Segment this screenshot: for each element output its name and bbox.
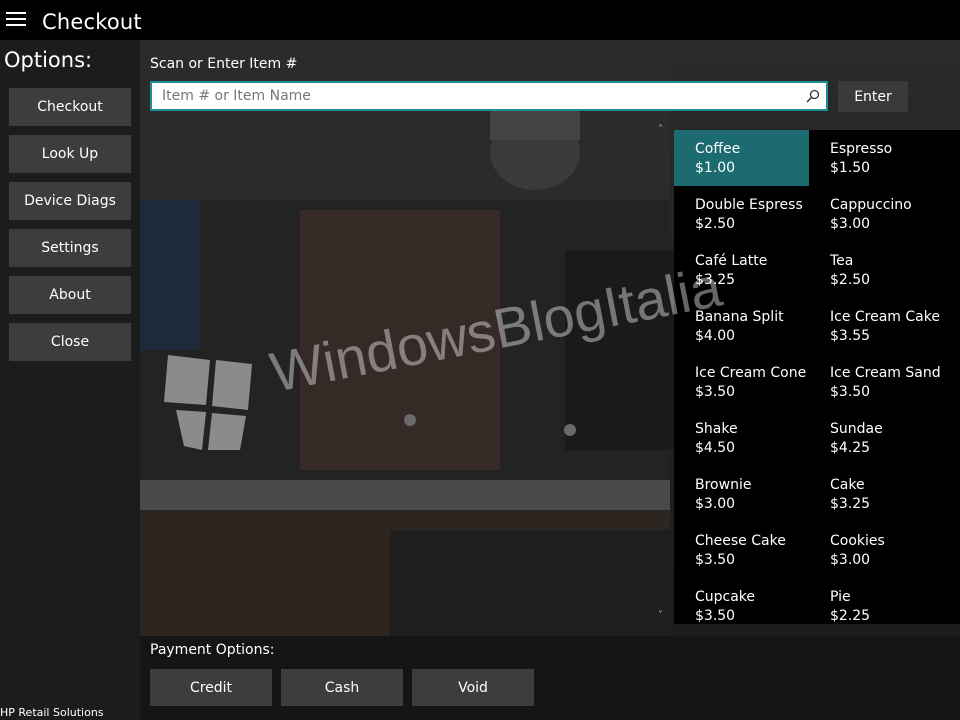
menu-item-name: Ice Cream Cake bbox=[830, 309, 940, 325]
search-box bbox=[150, 81, 828, 111]
menu-item-cupcake[interactable]: Cupcake $3.50 bbox=[674, 578, 809, 624]
menu-item-price: $3.00 bbox=[830, 552, 871, 568]
menu-item-name: Cake bbox=[830, 477, 865, 493]
menu-item-brownie[interactable]: Brownie $3.00 bbox=[674, 466, 809, 522]
menu-item-price: $3.25 bbox=[830, 496, 871, 512]
search-icon[interactable] bbox=[806, 89, 820, 103]
scan-label: Scan or Enter Item # bbox=[150, 56, 298, 72]
cash-button[interactable]: Cash bbox=[281, 669, 403, 706]
menu-item-price: $3.50 bbox=[830, 384, 871, 400]
options-heading: Options: bbox=[4, 48, 93, 72]
menu-item-price: $2.50 bbox=[695, 216, 736, 232]
menu-item-price: $4.00 bbox=[695, 328, 736, 344]
menu-item-name: Sundae bbox=[830, 421, 883, 437]
menu-item-name: Cheese Cake bbox=[695, 533, 786, 549]
menu-item-name: Banana Split bbox=[695, 309, 784, 325]
menu-item-name: Cappuccino bbox=[830, 197, 912, 213]
menu-item-name: Pie bbox=[830, 589, 851, 605]
hamburger-icon[interactable] bbox=[6, 12, 28, 28]
menu-item-cookies[interactable]: Cookies $3.00 bbox=[809, 522, 944, 578]
menu-item-tea[interactable]: Tea $2.50 bbox=[809, 242, 944, 298]
title-bar: Checkout bbox=[0, 0, 960, 40]
menu-item-name: Cookies bbox=[830, 533, 885, 549]
credit-button[interactable]: Credit bbox=[150, 669, 272, 706]
menu-item-price: $4.50 bbox=[695, 440, 736, 456]
menu-item-price: $2.25 bbox=[830, 608, 871, 624]
chevron-up-icon[interactable]: ˄ bbox=[658, 124, 663, 135]
menu-item-price: $2.50 bbox=[830, 272, 871, 288]
payment-label: Payment Options: bbox=[150, 642, 275, 658]
menu-item-name: Espresso bbox=[830, 141, 893, 157]
menu-item-price: $3.50 bbox=[695, 608, 736, 624]
menu-item-coffee[interactable]: Coffee $1.00 bbox=[674, 130, 809, 186]
menu-item-price: $3.50 bbox=[695, 384, 736, 400]
menu-item-cake[interactable]: Cake $3.25 bbox=[809, 466, 944, 522]
payment-bar: Payment Options: Credit Cash Void bbox=[140, 636, 960, 720]
menu-item-shake[interactable]: Shake $4.50 bbox=[674, 410, 809, 466]
menu-item-price: $1.00 bbox=[695, 160, 736, 176]
menu-item-price: $3.55 bbox=[830, 328, 871, 344]
menu-item-pie[interactable]: Pie $2.25 bbox=[809, 578, 944, 624]
search-input[interactable] bbox=[152, 83, 826, 109]
footer-text: HP Retail Solutions bbox=[0, 706, 104, 719]
menu-item-name: Shake bbox=[695, 421, 738, 437]
menu-item-name: Tea bbox=[830, 253, 854, 269]
device-diags-button[interactable]: Device Diags bbox=[9, 182, 131, 220]
menu-item-price: $4.25 bbox=[830, 440, 871, 456]
main-area: Scan or Enter Item # Enter ˄ ˅ Coffee $1… bbox=[140, 40, 960, 720]
menu-item-price: $3.00 bbox=[695, 496, 736, 512]
menu-grid: Coffee $1.00 Espresso $1.50 Double Espre… bbox=[674, 130, 960, 624]
checkout-button[interactable]: Checkout bbox=[9, 88, 131, 126]
about-button[interactable]: About bbox=[9, 276, 131, 314]
menu-item-price: $3.25 bbox=[695, 272, 736, 288]
menu-item-double-espresso[interactable]: Double Espress $2.50 bbox=[674, 186, 809, 242]
menu-item-name: Café Latte bbox=[695, 253, 768, 269]
menu-item-name: Coffee bbox=[695, 141, 741, 157]
menu-item-price: $3.00 bbox=[830, 216, 871, 232]
menu-item-name: Double Espress bbox=[695, 197, 803, 213]
chevron-down-icon[interactable]: ˅ bbox=[658, 610, 663, 621]
menu-item-name: Cupcake bbox=[695, 589, 756, 605]
menu-item-price: $1.50 bbox=[830, 160, 871, 176]
void-button[interactable]: Void bbox=[412, 669, 534, 706]
menu-item-ice-cream-sandwich[interactable]: Ice Cream Sand $3.50 bbox=[809, 354, 944, 410]
menu-item-cheese-cake[interactable]: Cheese Cake $3.50 bbox=[674, 522, 809, 578]
enter-button[interactable]: Enter bbox=[838, 81, 908, 112]
menu-item-cafe-latte[interactable]: Café Latte $3.25 bbox=[674, 242, 809, 298]
page-title: Checkout bbox=[42, 10, 142, 34]
menu-item-name: Ice Cream Cone bbox=[695, 365, 807, 381]
menu-item-banana-split[interactable]: Banana Split $4.00 bbox=[674, 298, 809, 354]
close-button[interactable]: Close bbox=[9, 323, 131, 361]
menu-item-ice-cream-cone[interactable]: Ice Cream Cone $3.50 bbox=[674, 354, 809, 410]
menu-item-price: $3.50 bbox=[695, 552, 736, 568]
menu-item-ice-cream-cake[interactable]: Ice Cream Cake $3.55 bbox=[809, 298, 944, 354]
menu-item-name: Brownie bbox=[695, 477, 752, 493]
menu-item-cappuccino[interactable]: Cappuccino $3.00 bbox=[809, 186, 944, 242]
look-up-button[interactable]: Look Up bbox=[9, 135, 131, 173]
menu-item-sundae[interactable]: Sundae $4.25 bbox=[809, 410, 944, 466]
menu-item-espresso[interactable]: Espresso $1.50 bbox=[809, 130, 944, 186]
settings-button[interactable]: Settings bbox=[9, 229, 131, 267]
sidebar: Options: Checkout Look Up Device Diags S… bbox=[0, 40, 140, 720]
menu-item-name: Ice Cream Sand bbox=[830, 365, 941, 381]
